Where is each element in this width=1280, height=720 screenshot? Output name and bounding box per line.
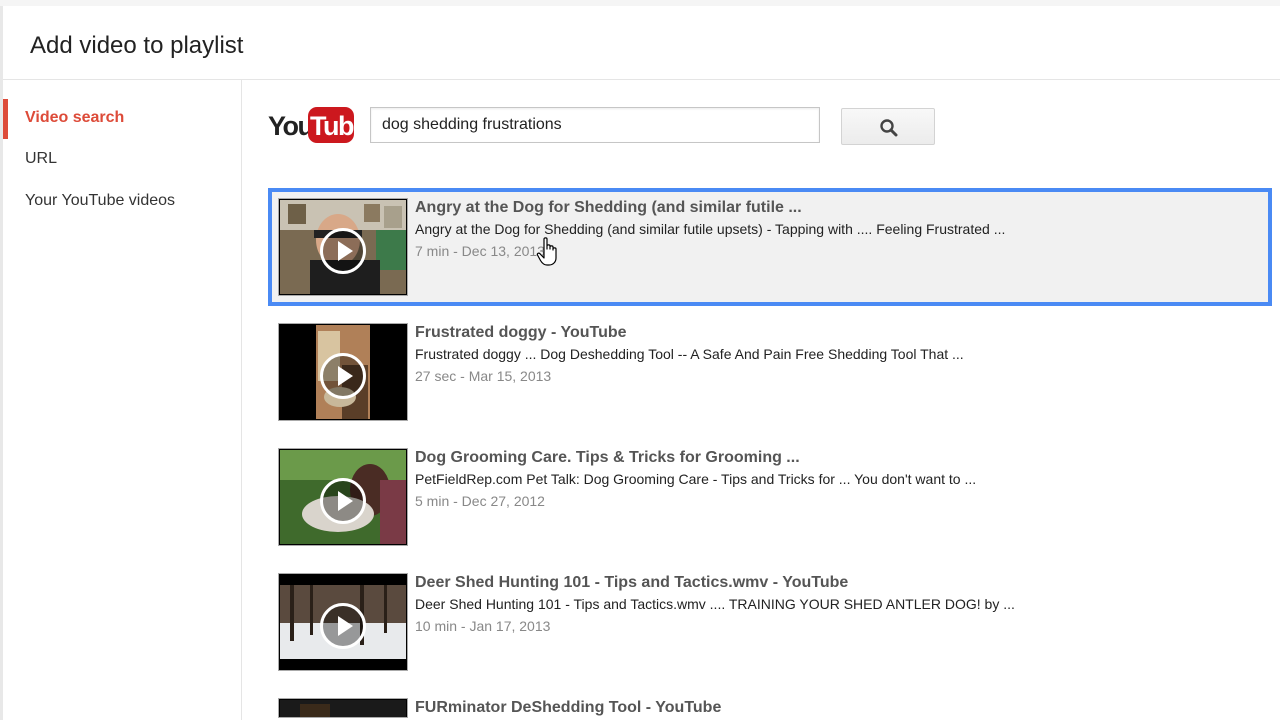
video-thumbnail[interactable] — [278, 198, 408, 296]
result-title[interactable]: FURminator DeShedding Tool - YouTube — [415, 699, 721, 717]
result-title[interactable]: Dog Grooming Care. Tips & Tricks for Gro… — [415, 449, 800, 467]
video-thumbnail[interactable] — [278, 448, 408, 546]
dialog-header: Add video to playlist — [3, 6, 1280, 80]
sidebar-item-label: Video search — [25, 109, 125, 126]
result-item[interactable]: Angry at the Dog for Shedding (and simil… — [268, 188, 1272, 306]
youtube-logo: You Tube — [268, 107, 368, 143]
sidebar-item-url[interactable]: URL — [3, 140, 241, 180]
logo-text-tube: Tube — [310, 111, 368, 141]
result-item[interactable]: Deer Shed Hunting 101 - Tips and Tactics… — [268, 563, 1272, 680]
result-meta: 10 min - Jan 17, 2013 — [415, 618, 551, 634]
search-button[interactable] — [841, 108, 935, 145]
main-panel: You Tube dog shedding frustrations Angry… — [242, 80, 1280, 720]
result-item[interactable]: Dog Grooming Care. Tips & Tricks for Gro… — [268, 438, 1272, 555]
play-icon — [320, 603, 366, 649]
thumbnail-image — [280, 700, 406, 717]
result-description: Deer Shed Hunting 101 - Tips and Tactics… — [415, 596, 1015, 612]
video-thumbnail[interactable] — [278, 698, 408, 718]
result-item[interactable]: FURminator DeShedding Tool - YouTube — [268, 688, 1272, 718]
result-title[interactable]: Deer Shed Hunting 101 - Tips and Tactics… — [415, 574, 848, 592]
sidebar: Video search URL Your YouTube videos — [3, 80, 242, 720]
sidebar-item-video-search[interactable]: Video search — [3, 99, 241, 139]
search-input[interactable]: dog shedding frustrations — [370, 107, 820, 143]
dialog-title: Add video to playlist — [30, 32, 244, 59]
result-meta: 7 min - Dec 13, 2013 — [415, 243, 545, 259]
video-thumbnail[interactable] — [278, 323, 408, 421]
result-item[interactable]: Frustrated doggy - YouTube Frustrated do… — [268, 313, 1272, 430]
sidebar-item-your-youtube-videos[interactable]: Your YouTube videos — [3, 182, 241, 222]
video-thumbnail[interactable] — [278, 573, 408, 671]
dialog: Add video to playlist Video search URL Y… — [0, 0, 1280, 720]
play-icon — [320, 353, 366, 399]
sidebar-item-label: Your YouTube videos — [25, 192, 176, 209]
logo-text-you: You — [268, 111, 314, 141]
result-meta: 5 min - Dec 27, 2012 — [415, 493, 545, 509]
hand-cursor-icon — [536, 237, 557, 266]
result-description: Angry at the Dog for Shedding (and simil… — [415, 221, 1006, 237]
play-icon — [320, 228, 366, 274]
result-description: PetFieldRep.com Pet Talk: Dog Grooming C… — [415, 471, 977, 487]
play-icon — [320, 478, 366, 524]
result-title[interactable]: Angry at the Dog for Shedding (and simil… — [415, 199, 802, 217]
result-title[interactable]: Frustrated doggy - YouTube — [415, 324, 627, 342]
result-description: Frustrated doggy ... Dog Deshedding Tool… — [415, 346, 964, 362]
sidebar-item-label: URL — [25, 150, 58, 167]
result-meta: 27 sec - Mar 15, 2013 — [415, 368, 552, 384]
search-icon — [880, 119, 898, 137]
